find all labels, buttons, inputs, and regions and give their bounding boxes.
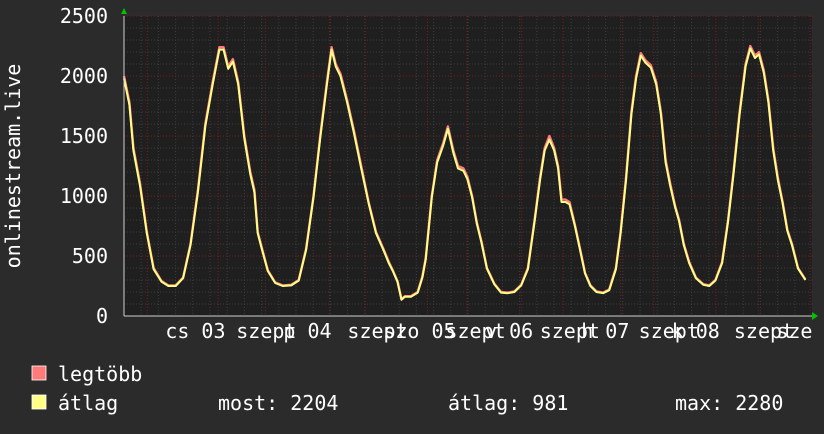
x-tick-label: v 06 — [485, 319, 533, 343]
y-tick-label: 1000 — [60, 184, 108, 208]
chart-container: 0 500 1000 1500 2000 2500 cs 03 szept p 04 szept… — [0, 0, 824, 430]
x-tick-label: h 07 — [581, 319, 629, 343]
legend-label-max: legtöbb — [58, 362, 142, 386]
x-tick-label: p 04 — [283, 319, 331, 343]
legend-swatch-avg — [31, 394, 47, 410]
stat-current: most: 2204 — [218, 391, 338, 415]
y-tick-label: 0 — [96, 304, 108, 328]
chart-svg: 0 500 1000 1500 2000 2500 cs 03 szeptp 04 szept… — [1, 4, 824, 415]
y-axis-label: onlinestream.live — [1, 64, 25, 269]
x-tick-label: cs 03 — [165, 319, 225, 343]
y-axis-arrow-icon — [121, 8, 127, 14]
y-tick-label: 1500 — [60, 124, 108, 148]
legend-label-avg: átlag — [58, 391, 118, 415]
y-tick-labels: 0 500 1000 1500 2000 2500 — [60, 4, 108, 328]
stat-max: max: 2280 — [675, 391, 783, 415]
legend-swatch-max — [31, 365, 47, 381]
y-tick-label: 500 — [72, 244, 108, 268]
stat-average: átlag: 981 — [448, 391, 568, 415]
y-tick-label: 2000 — [60, 64, 108, 88]
y-tick-label: 2500 — [60, 4, 108, 28]
x-tick-label: sze 09 — [776, 319, 824, 343]
x-tick-label: k 08 — [672, 319, 720, 343]
x-tick-labels: cs 03 szeptp 04 szeptszo 05szeptv 06 szepth… — [165, 319, 824, 343]
